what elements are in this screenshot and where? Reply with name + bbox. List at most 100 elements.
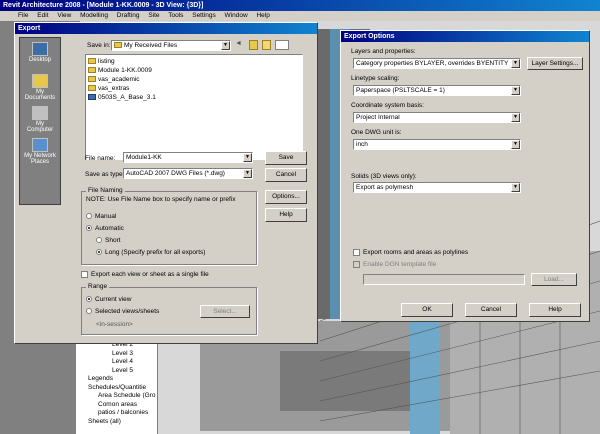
save-in-select[interactable]: My Received Files ▼	[111, 40, 231, 51]
tree-item-patios[interactable]: patios / balconies	[78, 409, 157, 418]
menu-file[interactable]: File	[18, 12, 28, 19]
layers-label: Layers and properties:	[351, 48, 416, 55]
folder-icon	[88, 67, 96, 74]
chevron-down-icon: ▼	[243, 153, 252, 162]
export-each-checkbox[interactable]: Export each view or sheet as a single fi…	[81, 271, 209, 278]
menu-window[interactable]: Window	[225, 12, 248, 19]
list-item[interactable]: vas_extras	[88, 84, 300, 93]
chevron-down-icon: ▼	[221, 41, 230, 50]
desktop-icon	[32, 42, 48, 56]
dgn-template-path[interactable]	[363, 274, 525, 285]
select-button[interactable]: Select...	[200, 305, 250, 318]
long-radio[interactable]: Long (Specify prefix for all exports)	[96, 249, 205, 256]
folder-icon	[88, 85, 96, 92]
my-documents-icon	[32, 74, 48, 88]
coordinate-label: Coordinate system basis:	[351, 102, 424, 109]
menu-help[interactable]: Help	[256, 12, 269, 19]
linetype-label: Linetype scaling:	[351, 75, 400, 82]
view-menu-icon[interactable]	[275, 40, 289, 50]
menu-site[interactable]: Site	[148, 12, 159, 19]
dwg-unit-select[interactable]: inch ▼	[353, 139, 521, 150]
menu-modelling[interactable]: Modelling	[80, 12, 108, 19]
current-view-radio[interactable]: Current view	[86, 296, 131, 303]
options-help-button[interactable]: Help	[529, 303, 581, 317]
menu-view[interactable]: View	[57, 12, 71, 19]
manual-radio[interactable]: Manual	[86, 213, 116, 220]
place-my-documents[interactable]: My Documents	[24, 74, 56, 101]
menu-tools[interactable]: Tools	[168, 12, 183, 19]
radio-icon	[96, 249, 102, 256]
chevron-down-icon: ▼	[511, 183, 520, 192]
coordinate-select[interactable]: Project Internal ▼	[353, 112, 521, 123]
file-name-label: File name:	[85, 155, 116, 162]
file-naming-title: File Naming	[86, 187, 125, 194]
radio-icon	[96, 237, 102, 244]
tree-item-legends[interactable]: Legends	[78, 375, 157, 384]
solids-select[interactable]: Export as polymesh ▼	[353, 182, 521, 193]
network-places-icon	[32, 138, 48, 152]
menu-drafting[interactable]: Drafting	[117, 12, 140, 19]
list-item[interactable]: listing	[88, 57, 300, 66]
tree-item-level-4[interactable]: Level 4	[78, 358, 157, 367]
chevron-down-icon: ▼	[243, 169, 252, 178]
help-button[interactable]: Help	[265, 208, 307, 222]
export-options-dialog: Export Options Layers and properties: Ca…	[340, 30, 590, 322]
file-naming-group: File Naming NOTE: Use File Name box to s…	[81, 187, 257, 265]
place-my-computer[interactable]: My Computer	[24, 106, 56, 133]
menu-settings[interactable]: Settings	[192, 12, 216, 19]
place-my-network[interactable]: My Network Places	[24, 138, 56, 165]
range-title: Range	[86, 283, 110, 290]
tree-item-area-schedule[interactable]: Area Schedule (Gro	[78, 392, 157, 401]
options-button[interactable]: Options...	[265, 190, 307, 204]
dgn-template-checkbox[interactable]: Enable DGN template file	[353, 261, 436, 268]
place-desktop[interactable]: Desktop	[24, 42, 56, 63]
new-folder-icon[interactable]	[262, 40, 271, 50]
radio-icon	[86, 296, 92, 303]
cancel-button[interactable]: Cancel	[265, 168, 307, 182]
save-button[interactable]: Save	[265, 151, 307, 165]
checkbox-icon	[353, 261, 360, 268]
dwg-unit-label: One DWG unit is:	[351, 129, 402, 136]
chevron-down-icon: ▼	[511, 59, 520, 68]
tree-item-schedules[interactable]: Schedules/Quantitie	[78, 384, 157, 393]
radio-icon	[86, 225, 92, 232]
range-group: Range Current view Selected views/sheets…	[81, 283, 257, 335]
menu-edit[interactable]: Edit	[37, 12, 48, 19]
chevron-down-icon: ▼	[511, 86, 520, 95]
tree-item-sheets[interactable]: Sheets (all)	[78, 418, 157, 427]
project-browser: Level 2 Level 3 Level 4 Level 5 Legends …	[76, 340, 158, 434]
ok-button[interactable]: OK	[401, 303, 453, 317]
tree-item-level-3[interactable]: Level 3	[78, 350, 157, 359]
up-folder-icon[interactable]	[249, 40, 258, 50]
layer-settings-button[interactable]: Layer Settings...	[527, 57, 583, 70]
save-as-type-label: Save as type:	[85, 171, 125, 178]
menu-bar: File Edit View Modelling Drafting Site T…	[0, 11, 600, 21]
file-name-input[interactable]: Module1-KK ▼	[123, 152, 253, 163]
tree-item-comon-areas[interactable]: Comon areas	[78, 401, 157, 410]
selected-views-radio[interactable]: Selected views/sheets	[86, 308, 159, 315]
folder-icon	[88, 76, 96, 83]
export-options-titlebar: Export Options	[341, 31, 589, 42]
chevron-down-icon: ▼	[511, 113, 520, 122]
tree-item-level-5[interactable]: Level 5	[78, 367, 157, 376]
options-cancel-button[interactable]: Cancel	[465, 303, 517, 317]
short-radio[interactable]: Short	[96, 237, 121, 244]
save-as-type-select[interactable]: AutoCAD 2007 DWG Files (*.dwg) ▼	[123, 168, 253, 179]
save-in-label: Save in:	[87, 42, 111, 49]
layers-select[interactable]: Category properties BYLAYER, overrides B…	[353, 58, 521, 69]
chevron-down-icon: ▼	[511, 140, 520, 149]
list-item[interactable]: 0503S_A_Base_3.1	[88, 93, 300, 102]
my-computer-icon	[32, 106, 48, 120]
file-naming-note: NOTE: Use File Name box to specify name …	[86, 196, 236, 203]
list-item[interactable]: Module 1-KK.0009	[88, 66, 300, 75]
places-bar: Desktop My Documents My Computer My Netw…	[19, 37, 61, 205]
load-button[interactable]: Load...	[531, 273, 577, 286]
folder-icon	[88, 58, 96, 65]
back-icon[interactable]: ◄	[235, 40, 244, 50]
linetype-select[interactable]: Paperspace (PSLTSCALE = 1) ▼	[353, 85, 521, 96]
list-item[interactable]: vas_academic	[88, 75, 300, 84]
rooms-polylines-checkbox[interactable]: Export rooms and areas as polylines	[353, 249, 468, 256]
automatic-radio[interactable]: Automatic	[86, 225, 124, 232]
in-session-label: <in-session>	[96, 321, 133, 328]
file-list[interactable]: listing Module 1-KK.0009 vas_academic va…	[85, 54, 303, 160]
